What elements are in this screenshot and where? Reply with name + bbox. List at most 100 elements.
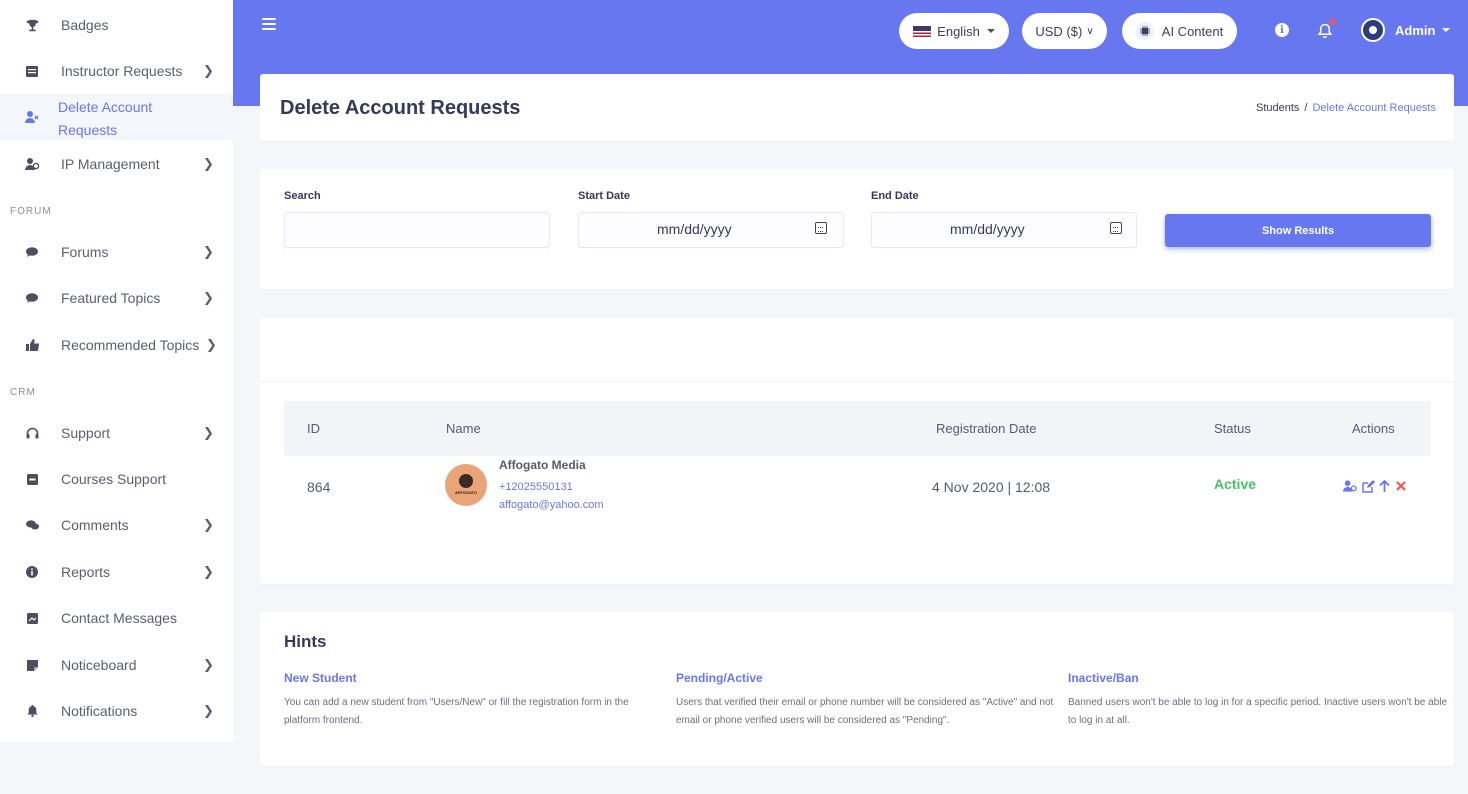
breadcrumb: Students / Delete Account Requests xyxy=(1256,102,1436,114)
sidebar-item-support[interactable]: Support ❯ xyxy=(0,422,233,444)
sidebar-item-label-line2: Requests xyxy=(58,122,118,138)
delete-icon[interactable] xyxy=(1394,479,1408,493)
sidebar-item-recommended-topics[interactable]: Recommended Topics ❯ xyxy=(0,334,233,356)
sidebar-item-noticeboard[interactable]: Noticeboard ❯ xyxy=(0,654,233,676)
end-date-label: End Date xyxy=(871,190,919,202)
sidebar-item-forums[interactable]: Forums ❯ xyxy=(0,241,233,263)
info-button[interactable]: i xyxy=(1274,22,1290,38)
search-label: Search xyxy=(284,190,321,202)
hint-title: Pending/Active xyxy=(676,671,763,685)
cell-registration-date: 4 Nov 2020 | 12:08 xyxy=(932,479,1051,495)
sidebar-item-badges[interactable]: Badges xyxy=(0,14,233,36)
cell-user-phone[interactable]: +12025550131 xyxy=(499,481,573,493)
us-flag-icon xyxy=(913,25,932,37)
caret-down-icon xyxy=(1442,28,1451,32)
ai-content-button[interactable]: AI Content xyxy=(1122,13,1237,49)
user-name: Admin xyxy=(1395,22,1436,38)
arrow-up-icon[interactable] xyxy=(1377,479,1391,493)
sidebar-item-instructor-requests[interactable]: Instructor Requests ❯ xyxy=(0,60,233,82)
column-header-actions: Actions xyxy=(1352,421,1395,436)
breadcrumb-current: Delete Account Requests xyxy=(1312,102,1436,114)
column-header-name: Name xyxy=(446,421,481,436)
sidebar-item-delete-account-requests[interactable]: Delete Account Requests xyxy=(0,94,233,140)
sidebar-item-reports[interactable]: Reports ❯ xyxy=(0,561,233,583)
message-box-icon xyxy=(24,610,40,626)
currency-label: USD ($) xyxy=(1035,23,1083,39)
sidebar-item-ip-management[interactable]: IP Management ❯ xyxy=(0,153,233,175)
sidebar-item-label: Featured Topics xyxy=(61,290,161,306)
ai-content-label: AI Content xyxy=(1161,23,1224,39)
bell-icon xyxy=(1318,23,1332,38)
start-date-label: Start Date xyxy=(578,190,630,202)
chevron-right-icon: ❯ xyxy=(203,425,214,440)
hint-text: You can add a new student from "Users/Ne… xyxy=(284,697,629,726)
avatar-logo-text: AFFOGATO xyxy=(454,490,478,495)
chevron-down-icon: ∨ xyxy=(1086,25,1094,37)
hint-text: Banned users won't be able to log in for… xyxy=(1068,697,1448,726)
hint-title: New Student xyxy=(284,671,357,685)
comments-icon xyxy=(24,517,40,533)
sidebar-item-label: Reports xyxy=(61,564,111,580)
sidebar-item-label: Forums xyxy=(61,244,109,260)
sidebar-item-label: IP Management xyxy=(61,156,160,172)
chevron-right-icon: ❯ xyxy=(203,703,214,718)
cell-id: 864 xyxy=(307,479,331,495)
language-selector[interactable]: English xyxy=(899,13,1009,49)
hint-title: Inactive/Ban xyxy=(1068,671,1139,685)
sticky-note-icon xyxy=(24,657,40,673)
notifications-button[interactable] xyxy=(1317,19,1336,38)
column-header-id: ID xyxy=(307,421,320,436)
sidebar-item-featured-topics[interactable]: Featured Topics ❯ xyxy=(0,287,233,309)
breadcrumb-parent[interactable]: Students xyxy=(1256,102,1299,114)
headphones-icon xyxy=(24,425,40,441)
sidebar-item-courses-support[interactable]: Courses Support xyxy=(0,468,233,490)
info-circle-icon xyxy=(24,564,40,580)
show-results-button[interactable]: Show Results xyxy=(1165,214,1431,247)
hints-title: Hints xyxy=(284,632,327,651)
hamburger-menu-icon[interactable] xyxy=(262,18,276,30)
caret-down-icon xyxy=(986,29,995,33)
sidebar-item-contact-messages[interactable]: Contact Messages xyxy=(0,607,233,629)
list-icon xyxy=(24,63,40,79)
column-header-status: Status xyxy=(1214,421,1251,436)
sidebar-item-notifications[interactable]: Notifications ❯ xyxy=(0,700,233,722)
chevron-right-icon: ❯ xyxy=(203,290,214,305)
notification-badge xyxy=(1330,19,1336,25)
hints-card xyxy=(260,612,1454,766)
login-as-user-icon[interactable] xyxy=(1343,479,1357,493)
chevron-right-icon: ❯ xyxy=(203,244,214,259)
users-icon xyxy=(24,156,40,172)
sidebar-item-label: Contact Messages xyxy=(61,610,177,626)
calendar-icon[interactable] xyxy=(1110,222,1122,234)
edit-icon[interactable] xyxy=(1361,479,1375,493)
sidebar-item-label: Instructor Requests xyxy=(61,63,183,79)
breadcrumb-separator: / xyxy=(1304,102,1308,114)
language-label: English xyxy=(937,23,980,39)
end-date-placeholder: mm/dd/yyyy xyxy=(950,221,1025,237)
sidebar-item-label: Courses Support xyxy=(61,471,167,487)
avatar-face xyxy=(459,474,473,488)
sidebar-item-label: Badges xyxy=(61,17,109,33)
sidebar-item-label: Support xyxy=(61,425,111,441)
search-input[interactable] xyxy=(284,212,550,248)
start-date-placeholder: mm/dd/yyyy xyxy=(657,221,732,237)
cell-user-name: Affogato Media xyxy=(499,458,586,472)
currency-selector[interactable]: USD ($) ∨ xyxy=(1022,13,1107,49)
chevron-right-icon: ❯ xyxy=(206,337,217,352)
sidebar-item-label: Recommended Topics xyxy=(61,337,200,353)
page-title: Delete Account Requests xyxy=(280,97,521,119)
hint-text: Users that verified their email or phone… xyxy=(676,697,1054,726)
sidebar-item-label: Noticeboard xyxy=(61,657,137,673)
trophy-icon xyxy=(24,17,40,33)
sidebar-item-label: Comments xyxy=(61,517,129,533)
user-menu[interactable]: Admin xyxy=(1361,18,1451,42)
user-avatar: AFFOGATO xyxy=(445,464,487,506)
sidebar-item-comments[interactable]: Comments ❯ xyxy=(0,514,233,536)
chevron-right-icon: ❯ xyxy=(203,564,214,579)
chevron-right-icon: ❯ xyxy=(203,156,214,171)
calendar-icon[interactable] xyxy=(815,222,827,234)
avatar xyxy=(1361,18,1385,42)
chevron-right-icon: ❯ xyxy=(203,517,214,532)
cell-user-email[interactable]: affogato@yahoo.com xyxy=(499,499,604,511)
info-icon: i xyxy=(1275,23,1289,37)
